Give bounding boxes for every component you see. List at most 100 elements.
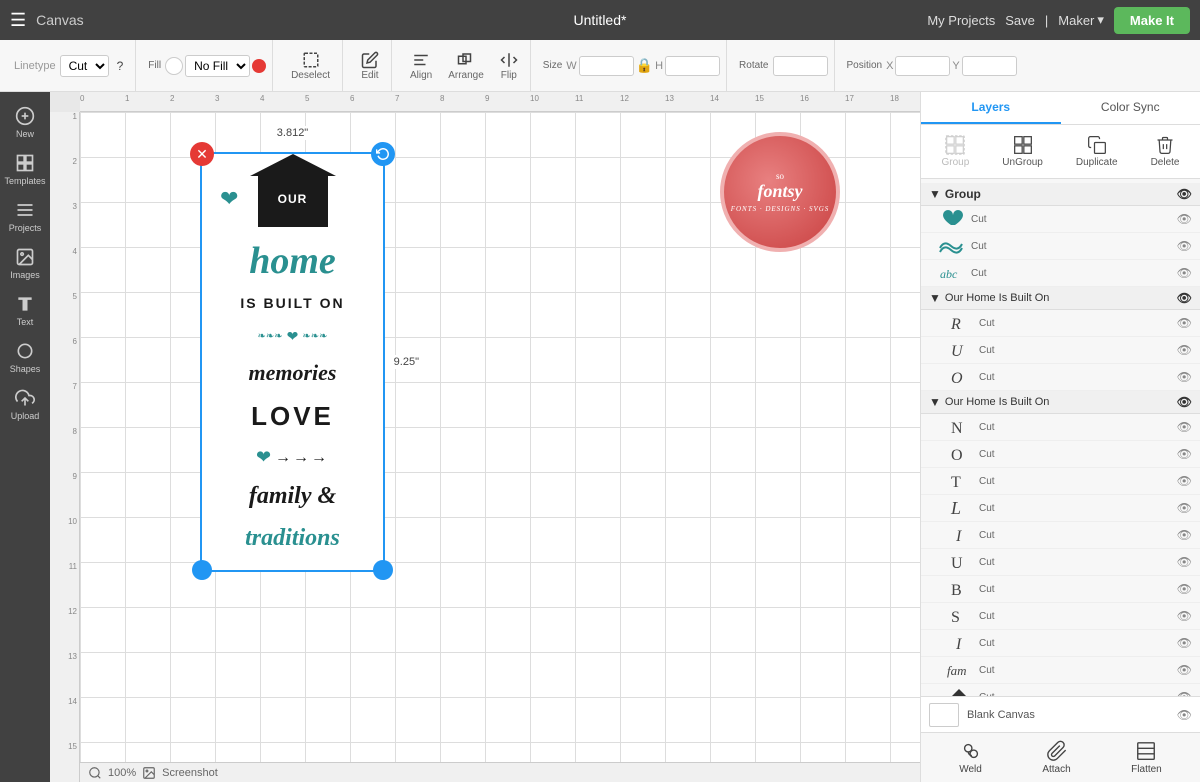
- layer-cut-label: Cut: [979, 476, 995, 487]
- layer-item-cursive[interactable]: fam Cut 👁: [921, 657, 1200, 684]
- layer-eye-icon[interactable]: 👁: [1177, 291, 1192, 305]
- linetype-select[interactable]: Cut: [60, 55, 109, 77]
- blank-canvas-swatch[interactable]: [929, 703, 959, 727]
- layer-item-text1[interactable]: abc Cut 👁: [921, 260, 1200, 287]
- rotate-input[interactable]: 0: [773, 56, 828, 76]
- sidebar-item-upload[interactable]: Upload: [3, 382, 47, 427]
- sidebar-item-new[interactable]: New: [3, 100, 47, 145]
- linetype-info-button[interactable]: ?: [111, 55, 130, 77]
- layer-visibility-icon[interactable]: 👁: [1177, 609, 1192, 623]
- my-projects-link[interactable]: My Projects: [927, 13, 995, 28]
- layer-cut-label: Cut: [979, 584, 995, 595]
- layer-group-main[interactable]: ▼ Group 👁: [921, 183, 1200, 206]
- layer-item-U2[interactable]: U Cut 👁: [921, 549, 1200, 576]
- lock-ratio-icon[interactable]: 🔒: [636, 57, 653, 74]
- pos-y-input[interactable]: 2.633: [962, 56, 1017, 76]
- ruler-v-mark: 4: [73, 247, 77, 256]
- blank-canvas-eye-icon[interactable]: 👁: [1177, 708, 1192, 722]
- layer-item-S[interactable]: S Cut 👁: [921, 603, 1200, 630]
- ungroup-button[interactable]: UnGroup: [996, 131, 1049, 172]
- canvas-area[interactable]: 0 1 2 3 4 5 6 7 8 9 10 11 12 13 14 15 16…: [50, 92, 920, 782]
- width-input[interactable]: 3.812: [579, 56, 634, 76]
- teal-heart-icon: ❤: [220, 188, 238, 210]
- fill-select[interactable]: No Fill: [185, 55, 250, 77]
- deselect-button[interactable]: Deselect: [285, 47, 336, 85]
- maker-dropdown[interactable]: Maker ▾: [1058, 12, 1104, 28]
- layer-item-N[interactable]: N Cut 👁: [921, 414, 1200, 441]
- hamburger-menu[interactable]: ☰: [10, 10, 26, 31]
- pos-x-input[interactable]: 2.65: [895, 56, 950, 76]
- canvas-grid[interactable]: ✕ 3.812" 9.25" ❤: [80, 112, 920, 762]
- design-container[interactable]: ✕ 3.812" 9.25" ❤: [200, 152, 385, 572]
- design-delete-handle[interactable]: ✕: [190, 142, 214, 166]
- layer-visibility-icon[interactable]: 👁: [1177, 212, 1192, 226]
- layer-group-ohibon-2[interactable]: ▼ Our Home Is Built On 👁: [921, 391, 1200, 414]
- layer-item-T[interactable]: T Cut 👁: [921, 468, 1200, 495]
- screenshot-icon[interactable]: [142, 766, 156, 780]
- layer-item-I2[interactable]: I Cut 👁: [921, 630, 1200, 657]
- make-it-button[interactable]: Make It: [1114, 7, 1190, 34]
- sidebar-item-templates[interactable]: Templates: [3, 147, 47, 192]
- layer-eye-icon[interactable]: 👁: [1177, 187, 1192, 201]
- layer-cut-label: Cut: [979, 530, 995, 541]
- layer-visibility-icon[interactable]: 👁: [1177, 474, 1192, 488]
- layer-item-U[interactable]: U Cut 👁: [921, 337, 1200, 364]
- delete-button[interactable]: Delete: [1145, 131, 1186, 172]
- flip-button[interactable]: Flip: [494, 47, 524, 85]
- sidebar-item-images[interactable]: Images: [3, 241, 47, 286]
- duplicate-button[interactable]: Duplicate: [1070, 131, 1124, 172]
- flatten-button[interactable]: Flatten: [1131, 740, 1162, 775]
- design-resize-bl-handle[interactable]: [192, 560, 212, 580]
- size-label: Size: [543, 60, 562, 71]
- design-resize-br-handle[interactable]: [373, 560, 393, 580]
- linetype-control: Cut ?: [60, 55, 130, 77]
- ruler-mark: 14: [710, 94, 719, 103]
- layer-item-R[interactable]: R Cut 👁: [921, 310, 1200, 337]
- layer-visibility-icon[interactable]: 👁: [1177, 555, 1192, 569]
- arrange-button[interactable]: Arrange: [442, 47, 490, 85]
- save-link[interactable]: Save: [1005, 13, 1035, 28]
- layer-visibility-icon[interactable]: 👁: [1177, 447, 1192, 461]
- layer-item-O[interactable]: O Cut 👁: [921, 364, 1200, 391]
- layer-visibility-icon[interactable]: 👁: [1177, 636, 1192, 650]
- design-rotate-handle[interactable]: [371, 142, 395, 166]
- toolbar-size: Size W 3.812 🔒 H 9.25: [537, 40, 727, 91]
- align-button[interactable]: Align: [404, 47, 438, 85]
- layer-item-B[interactable]: B Cut 👁: [921, 576, 1200, 603]
- layer-visibility-icon[interactable]: 👁: [1177, 582, 1192, 596]
- attach-button[interactable]: Attach: [1042, 740, 1070, 775]
- layer-visibility-icon[interactable]: 👁: [1177, 501, 1192, 515]
- layer-visibility-icon[interactable]: 👁: [1177, 266, 1192, 280]
- layer-visibility-icon[interactable]: 👁: [1177, 528, 1192, 542]
- layer-item-heart[interactable]: Cut 👁: [921, 206, 1200, 233]
- ruler-mark: 6: [350, 94, 354, 103]
- layer-item-O2[interactable]: O Cut 👁: [921, 441, 1200, 468]
- layer-visibility-icon[interactable]: 👁: [1177, 239, 1192, 253]
- layer-visibility-icon[interactable]: 👁: [1177, 343, 1192, 357]
- edit-button[interactable]: Edit: [355, 47, 385, 85]
- design-content: ❤ OUR home IS BUILT ON: [202, 154, 383, 570]
- sidebar-item-shapes[interactable]: Shapes: [3, 335, 47, 380]
- screenshot-label[interactable]: Screenshot: [162, 767, 218, 779]
- sidebar-item-projects[interactable]: Projects: [3, 194, 47, 239]
- tab-color-sync[interactable]: Color Sync: [1061, 92, 1200, 124]
- layer-visibility-icon[interactable]: 👁: [1177, 420, 1192, 434]
- layer-visibility-icon[interactable]: 👁: [1177, 370, 1192, 384]
- weld-button[interactable]: Weld: [959, 740, 982, 775]
- tab-layers[interactable]: Layers: [921, 92, 1061, 124]
- layer-eye-icon[interactable]: 👁: [1177, 395, 1192, 409]
- svg-text:U: U: [951, 555, 963, 572]
- fill-color-swatch[interactable]: [165, 57, 183, 75]
- group-button[interactable]: Group: [936, 131, 976, 172]
- flatten-label: Flatten: [1131, 764, 1162, 775]
- sidebar-item-text[interactable]: Text: [3, 288, 47, 333]
- ruler-v-mark: 8: [73, 427, 77, 436]
- fill-color-button[interactable]: [252, 59, 266, 73]
- height-input[interactable]: 9.25: [665, 56, 720, 76]
- layer-item-L[interactable]: L Cut 👁: [921, 495, 1200, 522]
- layer-item-wave[interactable]: Cut 👁: [921, 233, 1200, 260]
- layer-visibility-icon[interactable]: 👁: [1177, 663, 1192, 677]
- layer-group-ohibon-1[interactable]: ▼ Our Home Is Built On 👁: [921, 287, 1200, 310]
- layer-item-I[interactable]: I Cut 👁: [921, 522, 1200, 549]
- layer-visibility-icon[interactable]: 👁: [1177, 316, 1192, 330]
